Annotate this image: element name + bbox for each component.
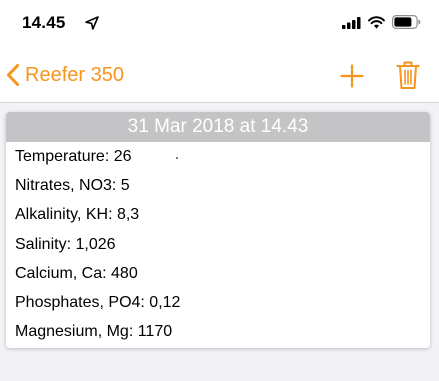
cellular-signal-icon — [342, 17, 361, 29]
measurement-salinity: Salinity: 1,026 — [15, 235, 116, 253]
status-bar: 14.45 — [0, 0, 439, 44]
stray-dot — [176, 157, 178, 159]
measurement-calcium: Calcium, Ca: 480 — [15, 264, 138, 282]
trash-icon[interactable] — [396, 60, 420, 90]
measurement-nitrates: Nitrates, NO3: 5 — [15, 177, 130, 195]
entry-date-header: 31 Mar 2018 at 14.43 — [6, 112, 430, 142]
measurement-temperature: Temperature: 26 — [15, 148, 132, 165]
measurement-list: Temperature: 26 Nitrates, NO3: 5 Alkalin… — [6, 142, 430, 346]
measurement-entry-card[interactable]: 31 Mar 2018 at 14.43 Temperature: 26 Nit… — [6, 112, 430, 348]
measurement-magnesium: Magnesium, Mg: 1170 — [15, 323, 173, 341]
back-label: Reefer 350 — [25, 63, 124, 86]
wifi-icon — [368, 16, 385, 29]
status-time: 14.45 — [22, 13, 66, 32]
measurement-alkalinity: Alkalinity, KH: 8,3 — [15, 206, 140, 224]
plus-icon[interactable] — [340, 64, 364, 88]
back-button[interactable]: Reefer 350 — [6, 60, 124, 90]
navigation-bar: Reefer 350 — [0, 44, 439, 103]
location-arrow-icon — [85, 16, 99, 30]
measurement-phosphates: Phosphates, PO4: 0,12 — [15, 293, 181, 311]
chevron-left-icon — [7, 64, 19, 86]
battery-icon — [392, 15, 421, 29]
